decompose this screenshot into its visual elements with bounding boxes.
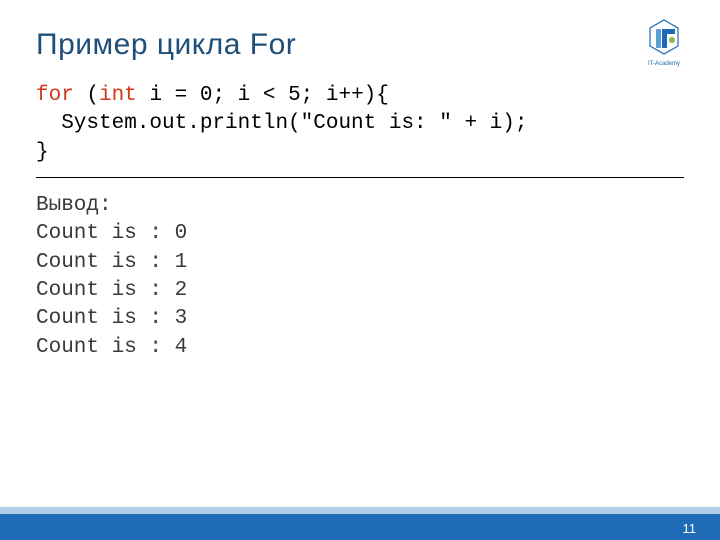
keyword-for: for <box>36 84 74 107</box>
keyword-int: int <box>99 84 137 107</box>
output-line: Count is : 0 <box>36 222 187 245</box>
output-block: Вывод: Count is : 0 Count is : 1 Count i… <box>36 192 684 362</box>
output-line: Count is : 2 <box>36 279 187 302</box>
footer-bar-dark <box>0 514 720 540</box>
code-block: for (int i = 0; i < 5; i++){ System.out.… <box>36 82 684 167</box>
slide-title: Пример цикла For <box>36 28 684 62</box>
footer: 11 <box>0 506 720 540</box>
svg-text:IT-Academy: IT-Academy <box>648 61 680 67</box>
footer-bar-light <box>0 507 720 514</box>
divider <box>36 177 684 178</box>
logo-it-academy: IT-Academy <box>642 18 686 68</box>
code-text: i = 0; i < 5; i++){ <box>137 84 389 107</box>
slide: IT-Academy Пример цикла For for (int i =… <box>0 0 720 540</box>
code-line: } <box>36 141 49 164</box>
it-academy-icon: IT-Academy <box>642 18 686 68</box>
output-line: Count is : 4 <box>36 336 187 359</box>
output-line: Count is : 3 <box>36 307 187 330</box>
code-line: System.out.println("Count is: " + i); <box>36 112 527 135</box>
output-line: Count is : 1 <box>36 251 187 274</box>
page-number: 11 <box>683 521 697 536</box>
code-text: ( <box>74 84 99 107</box>
output-label: Вывод: <box>36 194 112 217</box>
